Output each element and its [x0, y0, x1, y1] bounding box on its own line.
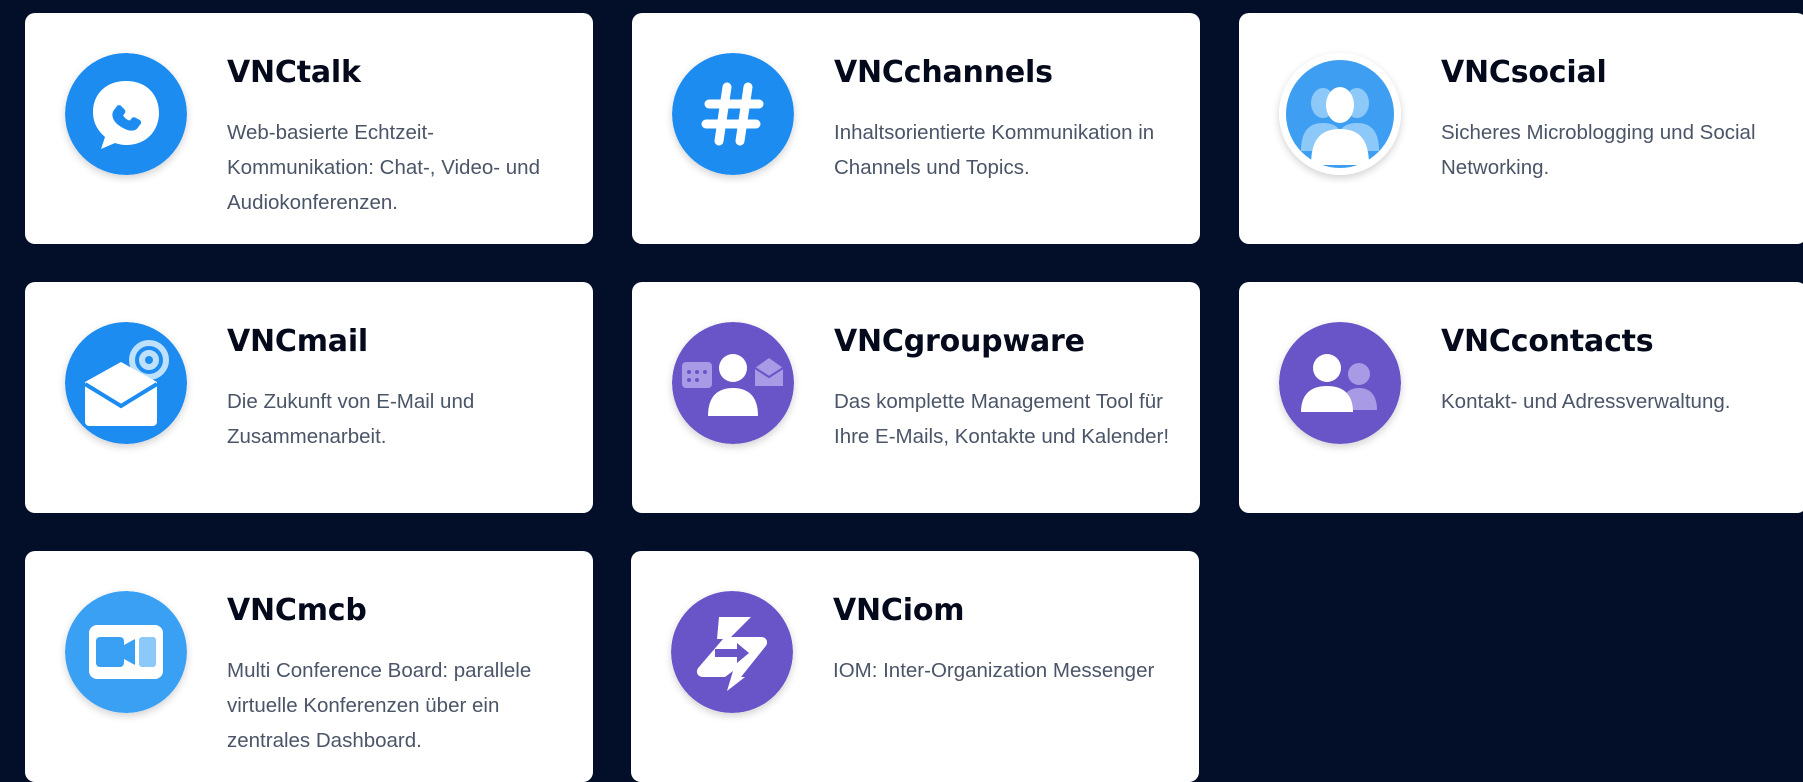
- app-description: Das komplette Management Tool für Ihre E…: [834, 390, 1170, 448]
- app-description: Die Zukunft von E-Mail und Zusammenarbei…: [227, 390, 475, 448]
- app-title: VNCchannels: [834, 55, 1053, 90]
- app-card-vncmcb[interactable]: VNCmcb Multi Conference Board: parallele…: [25, 551, 593, 782]
- app-description: Multi Conference Board: parallele virtue…: [227, 659, 532, 752]
- app-description: Kontakt- und Adressverwaltung.: [1441, 390, 1731, 413]
- app-card-vncsocial[interactable]: VNCsocial Sicheres Microblogging und Soc…: [1239, 13, 1803, 244]
- app-card-vncmail[interactable]: VNCmail Die Zukunft von E-Mail und Zusam…: [25, 282, 593, 513]
- app-card-vnctalk[interactable]: VNCtalk Web-basierte Echtzeit-Kommunikat…: [25, 13, 593, 244]
- app-card-vncchannels[interactable]: VNCchannels Inhaltsorientierte Kommunika…: [632, 13, 1200, 244]
- app-card-vnccontacts[interactable]: VNCcontacts Kontakt- und Adressverwaltun…: [1239, 282, 1803, 513]
- app-description: Web-basierte Echtzeit-Kommunikation: Cha…: [227, 121, 540, 214]
- app-title: VNCgroupware: [834, 324, 1085, 359]
- envelope-at-icon: [65, 322, 187, 444]
- groupware-icon: [672, 322, 794, 444]
- app-description: Inhaltsorientierte Kommunikation in Chan…: [834, 121, 1155, 179]
- exchange-arrows-icon: [671, 591, 793, 713]
- hashtag-icon: [672, 53, 794, 175]
- app-title: VNCsocial: [1441, 55, 1607, 90]
- phone-chat-icon: [65, 53, 187, 175]
- app-description: Sicheres Microblogging und Social Networ…: [1441, 121, 1756, 179]
- app-card-vnciom[interactable]: VNCiom IOM: Inter-Organization Messenger: [631, 551, 1199, 782]
- app-card-vncgroupware[interactable]: VNCgroupware Das komplette Management To…: [632, 282, 1200, 513]
- app-title: VNCmcb: [227, 593, 367, 628]
- app-description: IOM: Inter-Organization Messenger: [833, 659, 1155, 682]
- contacts-icon: [1279, 322, 1401, 444]
- multi-conference-icon: [65, 591, 187, 713]
- app-title: VNCcontacts: [1441, 324, 1654, 359]
- users-silhouette-icon: [1279, 53, 1401, 175]
- app-title: VNCmail: [227, 324, 369, 359]
- app-title: VNCtalk: [227, 55, 361, 90]
- app-title: VNCiom: [833, 593, 965, 628]
